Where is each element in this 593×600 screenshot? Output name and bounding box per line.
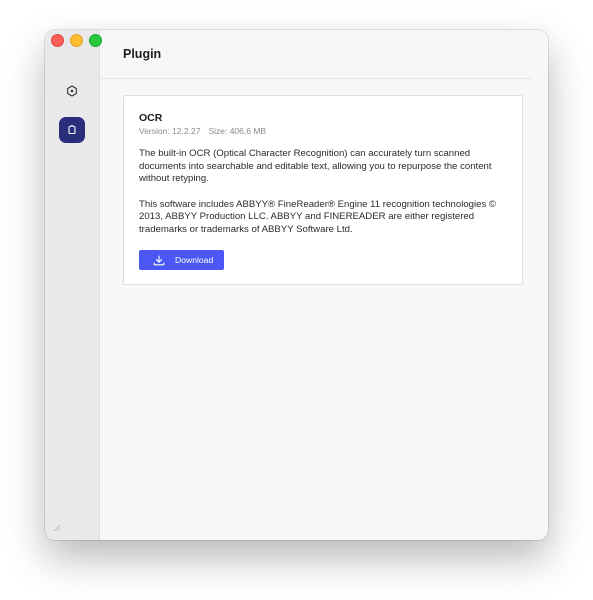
app-window: Plugin OCR Version: 12.2.27 Size: 406,6 M… bbox=[45, 30, 548, 540]
plugin-meta: Version: 12.2.27 Size: 406,6 MB bbox=[139, 126, 507, 137]
plugin-size: Size: 406,6 MB bbox=[208, 126, 267, 136]
plugin-name: OCR bbox=[139, 112, 163, 124]
window-controls bbox=[51, 34, 102, 47]
main-content: Plugin OCR Version: 12.2.27 Size: 406,6 M… bbox=[100, 30, 548, 540]
hexagon-gear-icon bbox=[67, 85, 77, 97]
plugin-description-block: The built-in OCR (Optical Character Reco… bbox=[139, 148, 509, 237]
header: Plugin bbox=[100, 30, 532, 79]
sidebar bbox=[45, 30, 102, 540]
plugin-version: Version: 12.2.27 bbox=[139, 126, 201, 136]
page-title: Plugin bbox=[123, 47, 162, 61]
minimize-button[interactable] bbox=[70, 34, 83, 47]
screen: Plugin OCR Version: 12.2.27 Size: 406,6 M… bbox=[0, 0, 593, 600]
plugin-license: This software includes ABBYY® FineReader… bbox=[139, 198, 497, 236]
plugin-description: The built-in OCR (Optical Character Reco… bbox=[139, 148, 492, 185]
resize-grip-icon[interactable] bbox=[53, 524, 61, 532]
plugin-card: OCR Version: 12.2.27 Size: 406,6 MB The b… bbox=[123, 95, 523, 285]
sidebar-item-plugin[interactable] bbox=[59, 117, 85, 143]
download-icon bbox=[153, 254, 165, 265]
download-button[interactable]: Download bbox=[139, 250, 224, 270]
plugin-icon bbox=[68, 124, 76, 135]
sidebar-item-general[interactable] bbox=[59, 78, 85, 104]
download-label: Download bbox=[175, 255, 214, 265]
close-button[interactable] bbox=[51, 34, 64, 47]
